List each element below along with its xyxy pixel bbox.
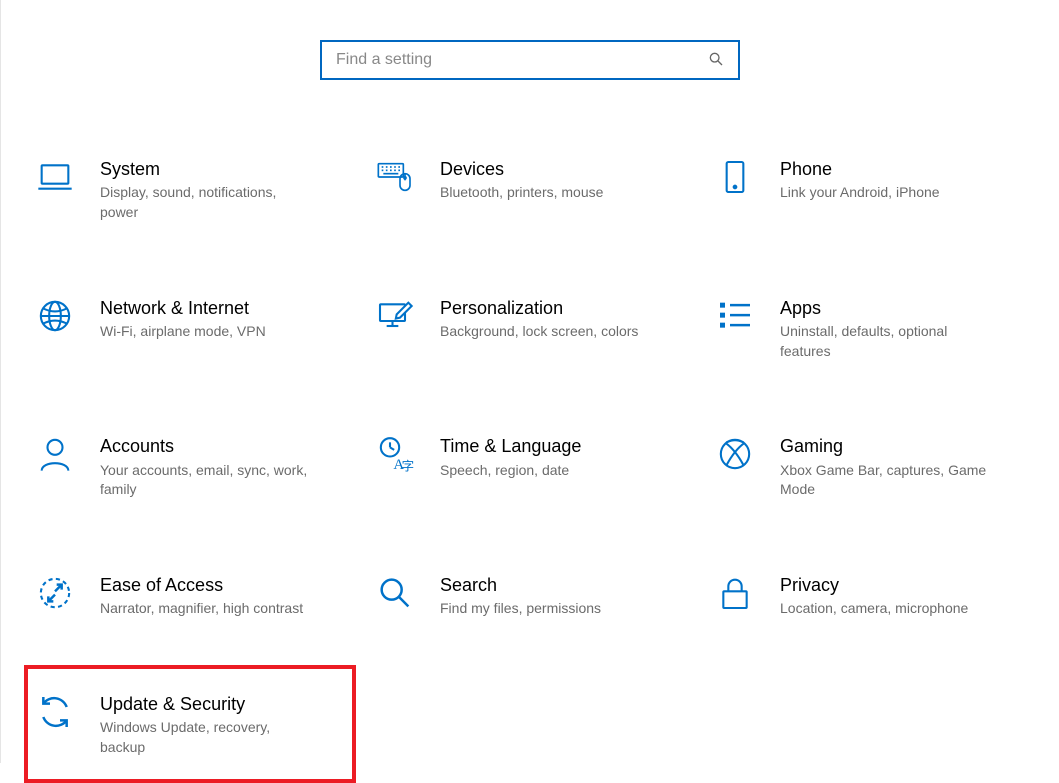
search-input[interactable]	[334, 50, 708, 70]
sync-icon	[34, 691, 76, 733]
tile-desc: Wi-Fi, airplane mode, VPN	[100, 322, 266, 342]
keyboard-mouse-icon	[374, 156, 416, 198]
tile-desc: Xbox Game Bar, captures, Game Mode	[780, 461, 990, 500]
tile-desc: Location, camera, microphone	[780, 599, 968, 619]
tile-title: Devices	[440, 158, 603, 181]
tile-privacy[interactable]: Privacy Location, camera, microphone	[710, 566, 1030, 625]
tile-network[interactable]: Network & Internet Wi-Fi, airplane mode,…	[30, 289, 350, 368]
globe-icon	[34, 295, 76, 337]
tile-personalization[interactable]: Personalization Background, lock screen,…	[370, 289, 690, 368]
tile-devices[interactable]: Devices Bluetooth, printers, mouse	[370, 150, 690, 229]
tile-accounts[interactable]: Accounts Your accounts, email, sync, wor…	[30, 427, 350, 506]
tile-title: Update & Security	[100, 693, 310, 716]
tile-search[interactable]: Search Find my files, permissions	[370, 566, 690, 625]
time-language-icon: A 字	[374, 433, 416, 475]
apps-list-icon	[714, 295, 756, 337]
xbox-icon	[714, 433, 756, 475]
ease-access-icon	[34, 572, 76, 614]
tile-system[interactable]: System Display, sound, notifications, po…	[30, 150, 350, 229]
tile-ease-of-access[interactable]: Ease of Access Narrator, magnifier, high…	[30, 566, 350, 625]
person-icon	[34, 433, 76, 475]
tile-desc: Bluetooth, printers, mouse	[440, 183, 603, 203]
tile-title: System	[100, 158, 310, 181]
tile-time-language[interactable]: A 字 Time & Language Speech, region, date	[370, 427, 690, 506]
tile-desc: Display, sound, notifications, power	[100, 183, 310, 222]
search-box[interactable]	[320, 40, 740, 80]
magnifier-icon	[374, 572, 416, 614]
tile-title: Privacy	[780, 574, 968, 597]
tile-title: Network & Internet	[100, 297, 266, 320]
tile-desc: Speech, region, date	[440, 461, 581, 481]
tile-title: Personalization	[440, 297, 638, 320]
tile-desc: Uninstall, defaults, optional features	[780, 322, 990, 361]
tile-desc: Find my files, permissions	[440, 599, 601, 619]
tile-update-security[interactable]: Update & Security Windows Update, recove…	[30, 685, 350, 764]
search-bar-container	[1, 40, 1059, 80]
pen-monitor-icon	[374, 295, 416, 337]
tile-title: Ease of Access	[100, 574, 303, 597]
tile-desc: Link your Android, iPhone	[780, 183, 940, 203]
phone-icon	[714, 156, 756, 198]
tile-desc: Windows Update, recovery, backup	[100, 718, 310, 757]
settings-home: System Display, sound, notifications, po…	[0, 0, 1059, 763]
tile-gaming[interactable]: Gaming Xbox Game Bar, captures, Game Mod…	[710, 427, 1030, 506]
tile-desc: Background, lock screen, colors	[440, 322, 638, 342]
tile-title: Accounts	[100, 435, 310, 458]
svg-text:字: 字	[402, 459, 415, 474]
tile-apps[interactable]: Apps Uninstall, defaults, optional featu…	[710, 289, 1030, 368]
tile-title: Gaming	[780, 435, 990, 458]
tile-desc: Narrator, magnifier, high contrast	[100, 599, 303, 619]
tile-title: Time & Language	[440, 435, 581, 458]
tile-title: Search	[440, 574, 601, 597]
search-icon	[708, 51, 726, 69]
laptop-icon	[34, 156, 76, 198]
tile-title: Apps	[780, 297, 990, 320]
tile-phone[interactable]: Phone Link your Android, iPhone	[710, 150, 1030, 229]
settings-grid: System Display, sound, notifications, po…	[1, 150, 1059, 763]
tile-desc: Your accounts, email, sync, work, family	[100, 461, 310, 500]
tile-title: Phone	[780, 158, 940, 181]
lock-icon	[714, 572, 756, 614]
